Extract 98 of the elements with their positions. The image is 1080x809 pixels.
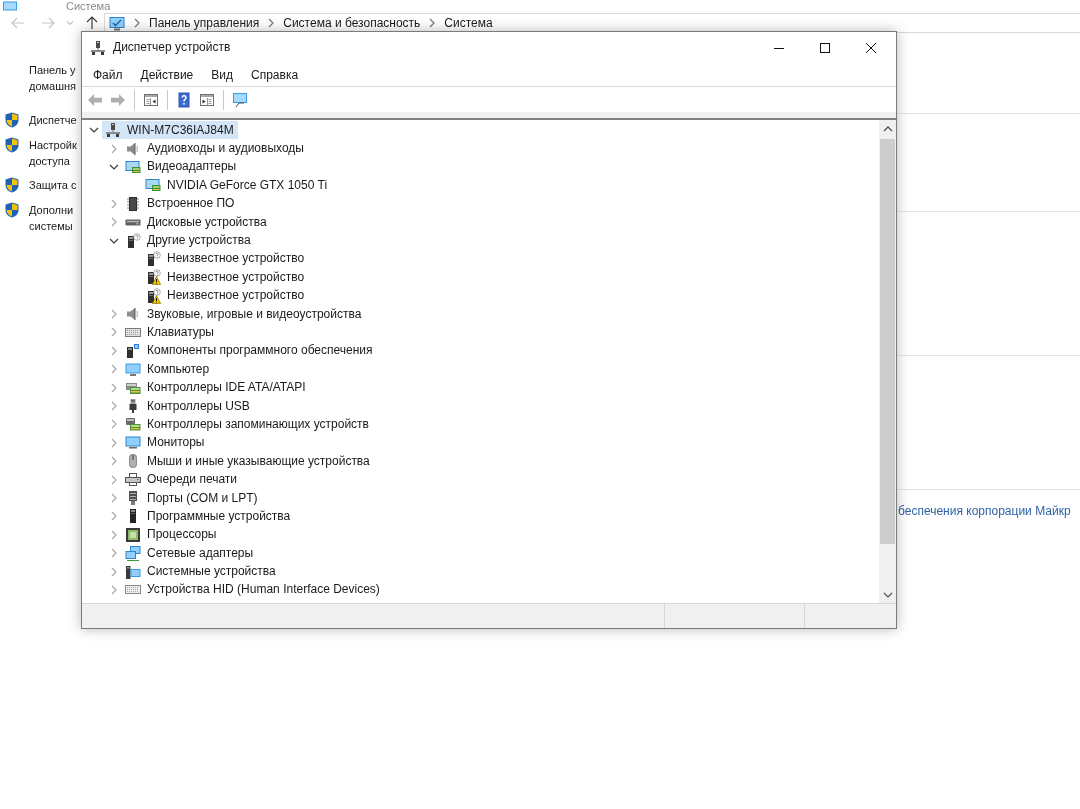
chevron-right-icon[interactable]: [109, 437, 119, 448]
tree-item[interactable]: Аудиовходы и аудиовыходы: [122, 139, 308, 158]
sidebar-link[interactable]: Диспетче: [29, 112, 77, 128]
chevron-right-icon[interactable]: [109, 529, 119, 540]
shield-icon: [4, 112, 20, 128]
monitor-card-icon: [145, 177, 161, 194]
chevron-right-icon[interactable]: [109, 364, 119, 375]
tree-item[interactable]: Клавиатуры: [122, 323, 218, 342]
chevron-right-icon: [132, 18, 142, 28]
monitor-card-icon: [125, 158, 141, 175]
printer-icon: [125, 473, 141, 487]
shield-icon: [4, 136, 20, 153]
system-devices-icon: [125, 563, 141, 580]
chevron-right-icon[interactable]: [109, 584, 119, 595]
tree-item[interactable]: Встроенное ПО: [122, 194, 239, 213]
tree-item[interactable]: Мыши и иные указывающие устройства: [122, 452, 374, 471]
window-pane-icon: [199, 91, 215, 108]
arrow-left-icon: [10, 15, 26, 31]
arrow-up-icon: [84, 15, 100, 31]
drive-icon: [125, 218, 141, 226]
chevron-right-icon[interactable]: [109, 401, 119, 412]
monitor-icon: [125, 436, 141, 450]
shield-icon: [4, 177, 20, 193]
link[interactable]: беспечения корпорации Майкр: [898, 504, 1071, 519]
unknown-device-icon: [125, 232, 141, 249]
arrow-right-icon: [40, 15, 56, 31]
network-monitors-icon: [125, 545, 141, 562]
tree-item[interactable]: Неизвестное устройство: [142, 268, 309, 287]
tree-item[interactable]: Очереди печати: [122, 470, 242, 489]
close-icon: [866, 42, 876, 53]
device-tile-icon: [125, 342, 141, 359]
speaker-icon: [125, 306, 141, 323]
window-pane-icon: [143, 91, 159, 108]
tree-item[interactable]: Процессоры: [122, 525, 221, 544]
network-computer-icon: [105, 122, 121, 139]
help-icon: [176, 91, 192, 108]
chevron-right-icon[interactable]: [109, 474, 119, 485]
network-computer-icon: [90, 39, 106, 56]
chevron-right-icon[interactable]: [109, 143, 119, 154]
tree-item[interactable]: Контроллеры USB: [122, 397, 254, 416]
tree-item[interactable]: Порты (COM и LPT): [122, 489, 262, 507]
speaker-icon: [125, 140, 141, 157]
breadcrumb-link[interactable]: Система: [444, 16, 493, 30]
chevron-right-icon[interactable]: [109, 456, 119, 467]
home-link[interactable]: Панель у домашня: [0, 62, 81, 94]
menu-item[interactable]: Действие: [133, 64, 201, 85]
sidebar-link[interactable]: Настройк доступа: [29, 136, 77, 169]
tree-item[interactable]: WIN-M7C36IAJ84M: [102, 121, 238, 140]
chevron-right-icon[interactable]: [109, 566, 119, 577]
tree-item[interactable]: Другие устройства: [122, 231, 255, 250]
window-title: Система: [66, 0, 111, 12]
sidebar-link[interactable]: Дополни системы: [29, 201, 74, 234]
menu-item[interactable]: Справка: [244, 64, 306, 85]
arrow-right-icon: [110, 91, 126, 108]
chevron-right-icon[interactable]: [109, 309, 119, 320]
chevron-right-icon[interactable]: [109, 198, 119, 209]
tree-item[interactable]: NVIDIA GeForce GTX 1050 Ti: [142, 176, 332, 195]
processor-chip-icon: [125, 526, 141, 543]
scrollbar[interactable]: [879, 120, 896, 603]
monitor-icon: [232, 91, 248, 108]
menu-item[interactable]: Вид: [204, 64, 240, 85]
chevron-right-icon[interactable]: [109, 327, 119, 338]
breadcrumb-link[interactable]: Панель управления: [149, 16, 260, 30]
tree-item[interactable]: Контроллеры запоминающих устройств: [122, 415, 373, 434]
chip-icon: [125, 195, 141, 212]
caret-down-icon: [66, 19, 74, 27]
tree-item[interactable]: Дисковые устройства: [122, 213, 271, 232]
shield-icon: [4, 201, 20, 218]
scrollbar-thumb[interactable]: [880, 139, 895, 544]
tree-item[interactable]: Видеоадаптеры: [122, 157, 241, 176]
chevron-right-icon[interactable]: [109, 382, 119, 393]
chevron-right-icon[interactable]: [109, 345, 119, 356]
tree-item[interactable]: Программные устройства: [122, 507, 295, 526]
tree-item[interactable]: Неизвестное устройство: [142, 249, 309, 268]
tree-item[interactable]: Сетевые адаптеры: [122, 544, 258, 563]
tree-item[interactable]: Устройства HID (Human Interface Devices): [122, 580, 384, 599]
tree-item[interactable]: Неизвестное устройство: [142, 286, 309, 305]
breadcrumb-link[interactable]: Система и безопасность: [283, 16, 421, 30]
tree-item[interactable]: Мониторы: [122, 433, 209, 452]
maximize-icon: [820, 42, 830, 53]
chevron-right-icon[interactable]: [109, 217, 119, 228]
storage-controller-icon: [125, 416, 141, 433]
sidebar-link[interactable]: Защита с: [29, 177, 77, 193]
keyboard-icon: [125, 328, 141, 337]
chevron-right-icon[interactable]: [109, 419, 119, 430]
chevron-right-icon[interactable]: [109, 548, 119, 559]
menu-item[interactable]: Файл: [86, 64, 130, 85]
monitor-icon: [125, 362, 141, 376]
monitor-icon: [2, 1, 18, 11]
tree-item[interactable]: Контроллеры IDE ATA/ATAPI: [122, 378, 310, 397]
tree-item[interactable]: Звуковые, игровые и видеоустройства: [122, 305, 366, 324]
tree-item[interactable]: Компьютер: [122, 360, 214, 379]
keyboard-icon: [125, 585, 141, 595]
chevron-right-icon[interactable]: [109, 511, 119, 522]
chevron-right-icon[interactable]: [109, 493, 119, 503]
window-title: Диспетчер устройств: [113, 40, 231, 55]
tree-item[interactable]: Компоненты программного обеспечения: [122, 341, 377, 360]
tree-item[interactable]: Системные устройства: [122, 562, 280, 581]
